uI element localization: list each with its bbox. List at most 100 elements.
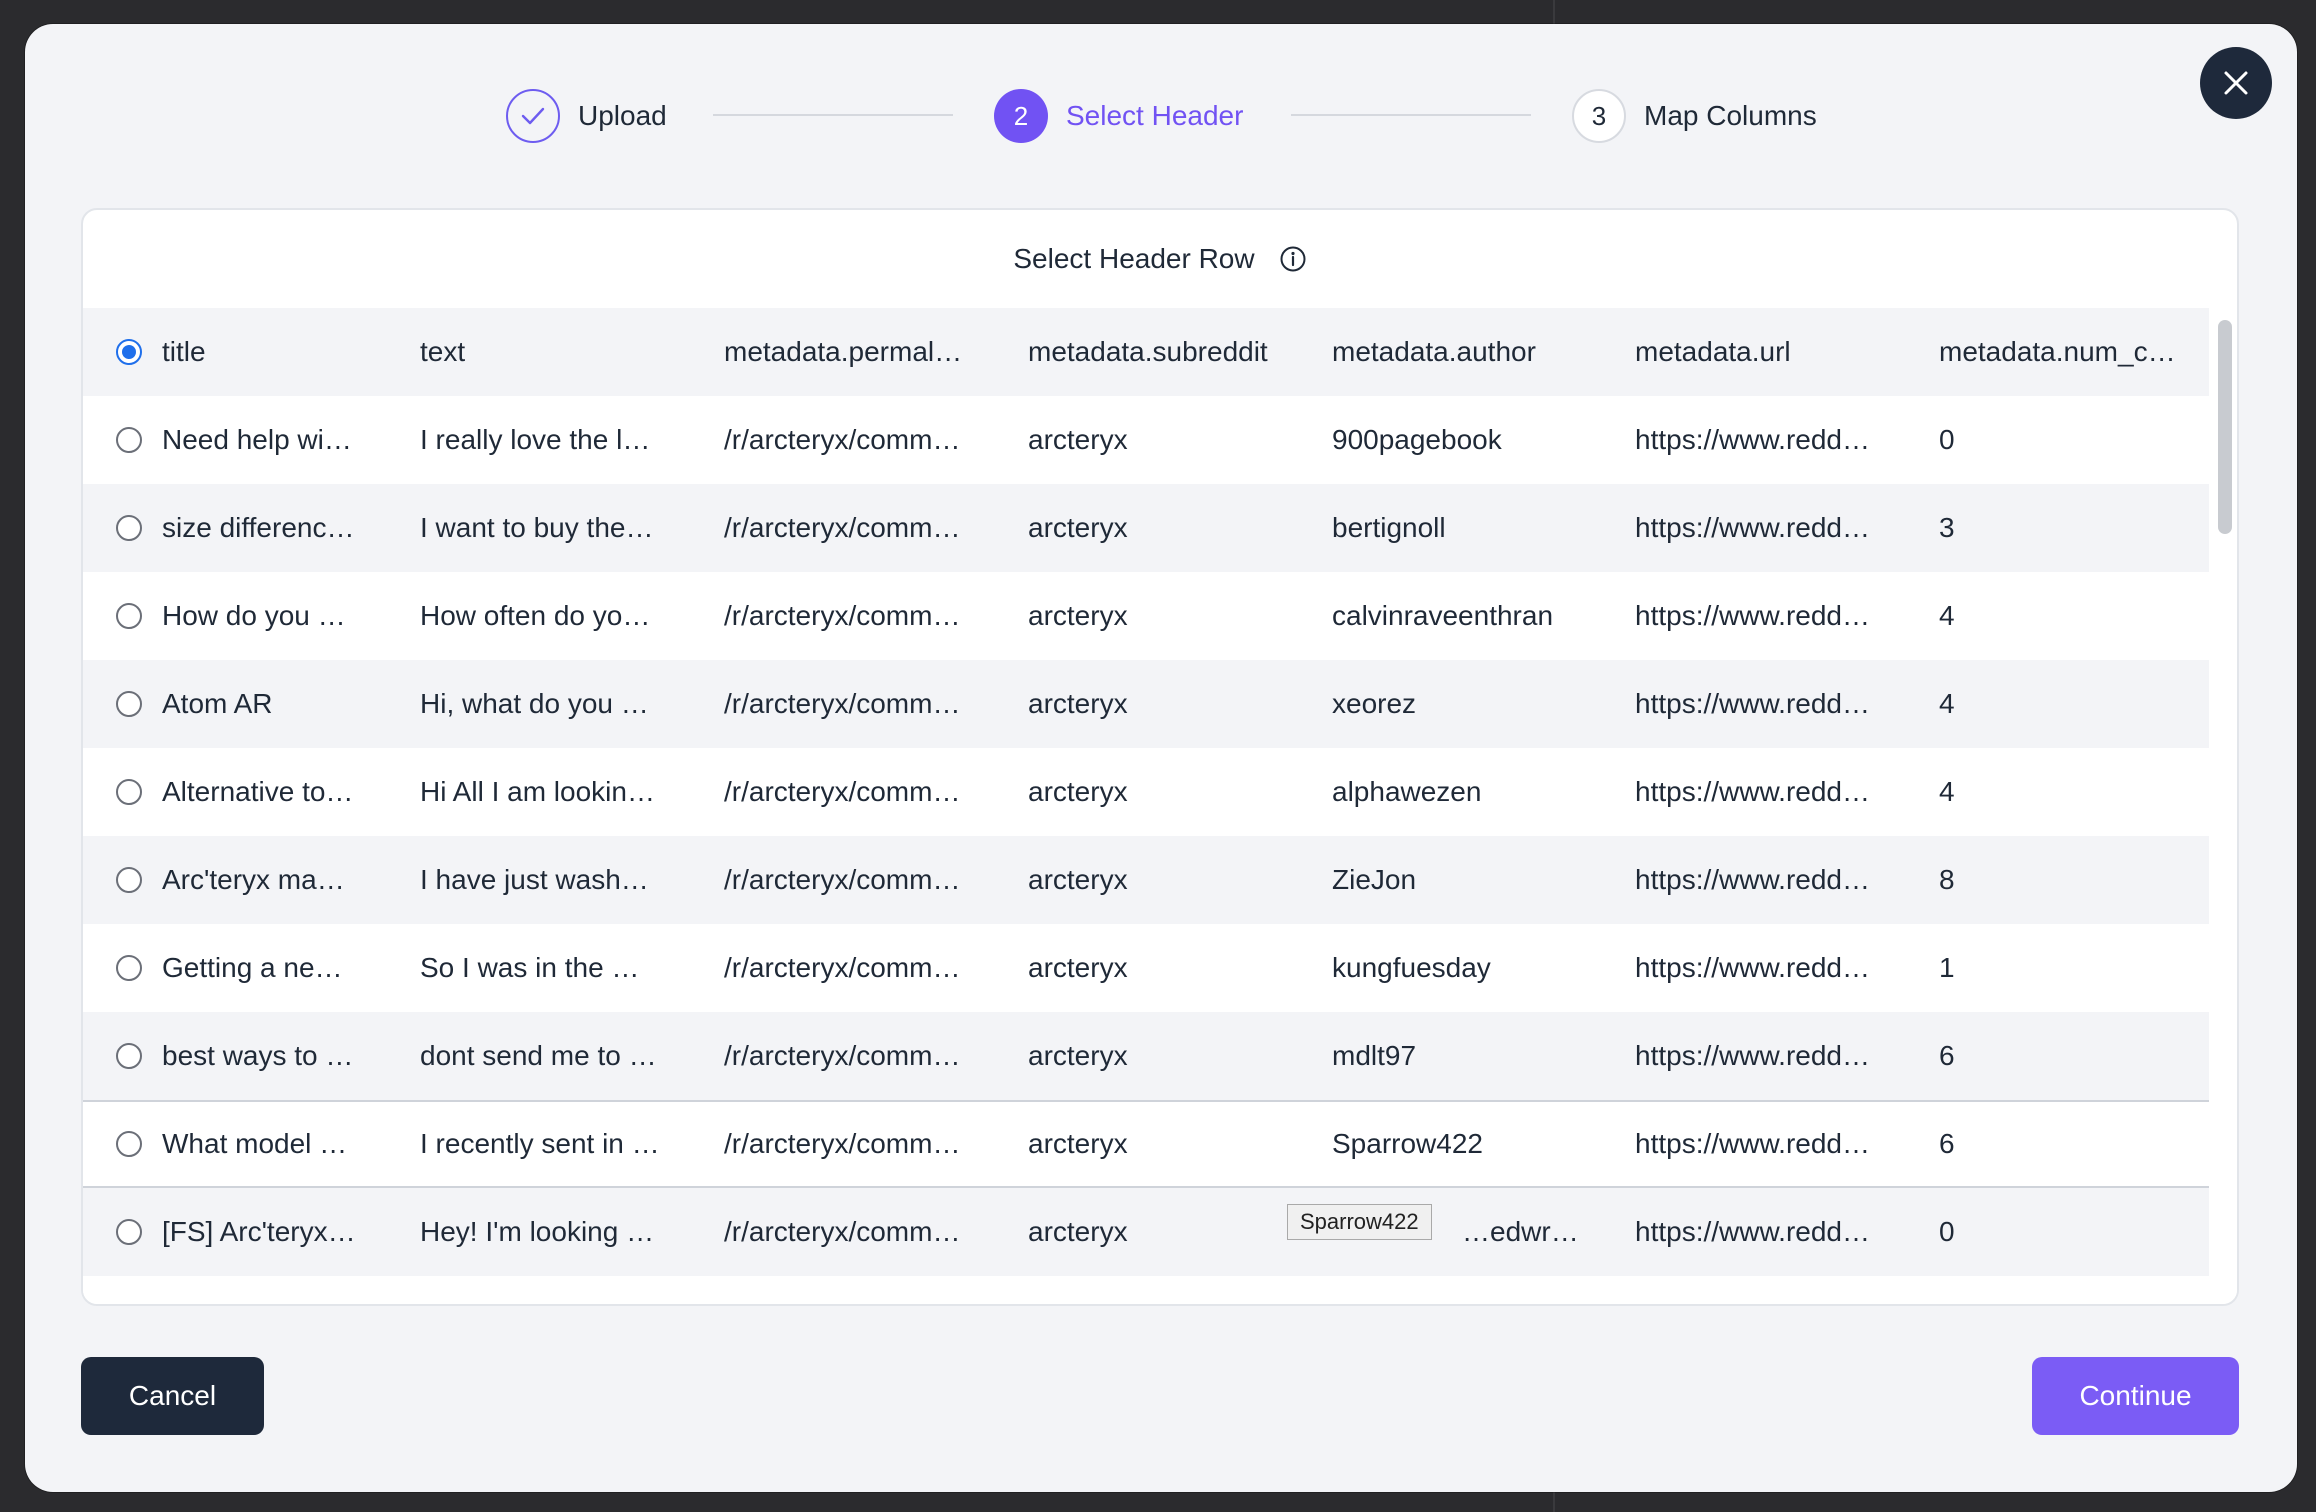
stepper: Upload 2 Select Header 3 Map Columns — [0, 88, 2316, 144]
table-cell: Hi All I am lookin… — [420, 776, 655, 807]
table-row-hovered[interactable]: What model … I recently sent in … /r/arc… — [83, 1100, 2209, 1188]
table-cell: arcteryx — [1028, 864, 1128, 895]
table-cell: arcteryx — [1028, 1040, 1128, 1071]
table-row[interactable]: Alternative to… Hi All I am lookin… /r/a… — [83, 748, 2209, 836]
step-select-header[interactable]: 2 Select Header — [994, 88, 1243, 144]
row-radio[interactable] — [116, 867, 142, 893]
table-cell: https://www.redd… — [1635, 688, 1870, 719]
table-cell: /r/arcteryx/comm… — [724, 512, 961, 543]
step-map-columns-label: Map Columns — [1644, 100, 1817, 131]
table-scrollbar[interactable] — [2209, 308, 2237, 1304]
scrollbar-thumb[interactable] — [2218, 320, 2232, 534]
table-cell: https://www.redd… — [1635, 864, 1870, 895]
row-radio[interactable] — [116, 1131, 142, 1157]
header-select-panel: Select Header Row title text metadata.pe… — [81, 208, 2239, 1306]
step-select-header-label: Select Header — [1066, 100, 1244, 131]
table-cell: 6 — [1939, 1040, 1955, 1071]
table-row[interactable]: best ways to … dont send me to … /r/arct… — [83, 1012, 2209, 1100]
step-map-columns[interactable]: 3 Map Columns — [1572, 88, 1817, 144]
table-cell: I want to buy the… — [420, 512, 654, 543]
table-cell: arcteryx — [1028, 600, 1128, 631]
step-connector-1 — [713, 114, 953, 116]
table-row-partial[interactable] — [83, 1276, 2209, 1304]
table-cell: Sparrow422 — [1332, 1128, 1483, 1159]
table-cell: metadata.subreddit — [1028, 336, 1268, 367]
step-select-header-number: 2 — [994, 89, 1048, 143]
table-cell: [FS] Arc'teryx… — [162, 1216, 356, 1247]
table-cell: metadata.author — [1332, 336, 1536, 367]
table-cell: https://www.redd… — [1635, 512, 1870, 543]
info-icon[interactable] — [1279, 245, 1307, 273]
table-cell: calvinraveenthran — [1332, 600, 1554, 631]
continue-button[interactable]: Continue — [2032, 1357, 2239, 1435]
row-radio[interactable] — [116, 691, 142, 717]
table-cell: https://www.redd… — [1635, 424, 1870, 455]
table-cell: Getting a ne… — [162, 952, 343, 983]
table-cell: 4 — [1939, 600, 1955, 631]
table-cell: 900pagebook — [1332, 424, 1502, 455]
table-cell: title — [162, 336, 206, 367]
table-cell: Need help wi… — [162, 424, 352, 455]
cell-tooltip: Sparrow422 — [1287, 1204, 1432, 1240]
table-cell: arcteryx — [1028, 1216, 1128, 1247]
row-radio[interactable] — [116, 603, 142, 629]
table-cell: https://www.redd… — [1635, 952, 1870, 983]
table-cell: I have just wash… — [420, 864, 649, 895]
row-radio[interactable] — [116, 515, 142, 541]
table-cell: /r/arcteryx/comm… — [724, 776, 961, 807]
table-row[interactable]: [FS] Arc'teryx… Hey! I'm looking … /r/ar… — [83, 1188, 2209, 1276]
table-cell: metadata.url — [1635, 336, 1791, 367]
table-cell: https://www.redd… — [1635, 1216, 1870, 1247]
table-cell: /r/arcteryx/comm… — [724, 1040, 961, 1071]
row-radio[interactable] — [116, 1043, 142, 1069]
table-cell: 4 — [1939, 776, 1955, 807]
row-radio[interactable] — [116, 427, 142, 453]
table-cell: /r/arcteryx/comm… — [724, 864, 961, 895]
row-radio[interactable] — [116, 955, 142, 981]
table-row[interactable]: size differenc… I want to buy the… /r/ar… — [83, 484, 2209, 572]
table-row[interactable]: How do you … How often do yo… /r/arctery… — [83, 572, 2209, 660]
table-cell: How do you … — [162, 600, 346, 631]
table-row-header[interactable]: title text metadata.permal… metadata.sub… — [83, 308, 2209, 396]
table-cell: /r/arcteryx/comm… — [724, 688, 961, 719]
table-cell: 3 — [1939, 512, 1955, 543]
table-cell: 8 — [1939, 864, 1955, 895]
row-radio[interactable] — [116, 779, 142, 805]
step-upload-circle — [506, 89, 560, 143]
table-cell: 4 — [1939, 688, 1955, 719]
cancel-button[interactable]: Cancel — [81, 1357, 264, 1435]
table-cell: dont send me to … — [420, 1040, 657, 1071]
table-cell: 6 — [1939, 1128, 1955, 1159]
panel-title: Select Header Row — [1013, 243, 1255, 274]
table-cell: https://www.redd… — [1635, 600, 1870, 631]
table-cell: I recently sent in … — [420, 1128, 660, 1159]
table-cell: text — [420, 336, 466, 367]
table-row[interactable]: Atom AR Hi, what do you … /r/arcteryx/co… — [83, 660, 2209, 748]
table-cell: /r/arcteryx/comm… — [724, 600, 961, 631]
table-cell: arcteryx — [1028, 1128, 1128, 1159]
table-cell: ZieJon — [1332, 864, 1417, 895]
data-table: title text metadata.permal… metadata.sub… — [83, 308, 2209, 1304]
row-radio[interactable] — [116, 1219, 142, 1245]
row-radio-checked[interactable] — [116, 339, 142, 365]
table-cell: metadata.permal… — [724, 336, 963, 367]
table-cell: https://www.redd… — [1635, 1040, 1870, 1071]
table-row[interactable]: Need help wi… I really love the l… /r/ar… — [83, 396, 2209, 484]
panel-header: Select Header Row — [83, 210, 2237, 310]
table-cell: mdlt97 — [1332, 1040, 1417, 1071]
table-cell: arcteryx — [1028, 952, 1128, 983]
table-cell: alphawezen — [1332, 776, 1482, 807]
table-row[interactable]: Arc'teryx ma… I have just wash… /r/arcte… — [83, 836, 2209, 924]
table-cell: /r/arcteryx/comm… — [724, 424, 961, 455]
table-cell: https://www.redd… — [1635, 1128, 1870, 1159]
table-row[interactable]: Getting a ne… So I was in the … /r/arcte… — [83, 924, 2209, 1012]
table-cell: arcteryx — [1028, 512, 1128, 543]
table-cell: Atom AR — [162, 688, 273, 719]
table-cell: I really love the l… — [420, 424, 651, 455]
table-cell: Arc'teryx ma… — [162, 864, 345, 895]
step-map-columns-number: 3 — [1572, 89, 1626, 143]
step-upload-label: Upload — [578, 100, 667, 131]
step-upload[interactable]: Upload — [506, 88, 667, 144]
table-cell: 1 — [1939, 952, 1955, 983]
table-cell: size differenc… — [162, 512, 355, 543]
